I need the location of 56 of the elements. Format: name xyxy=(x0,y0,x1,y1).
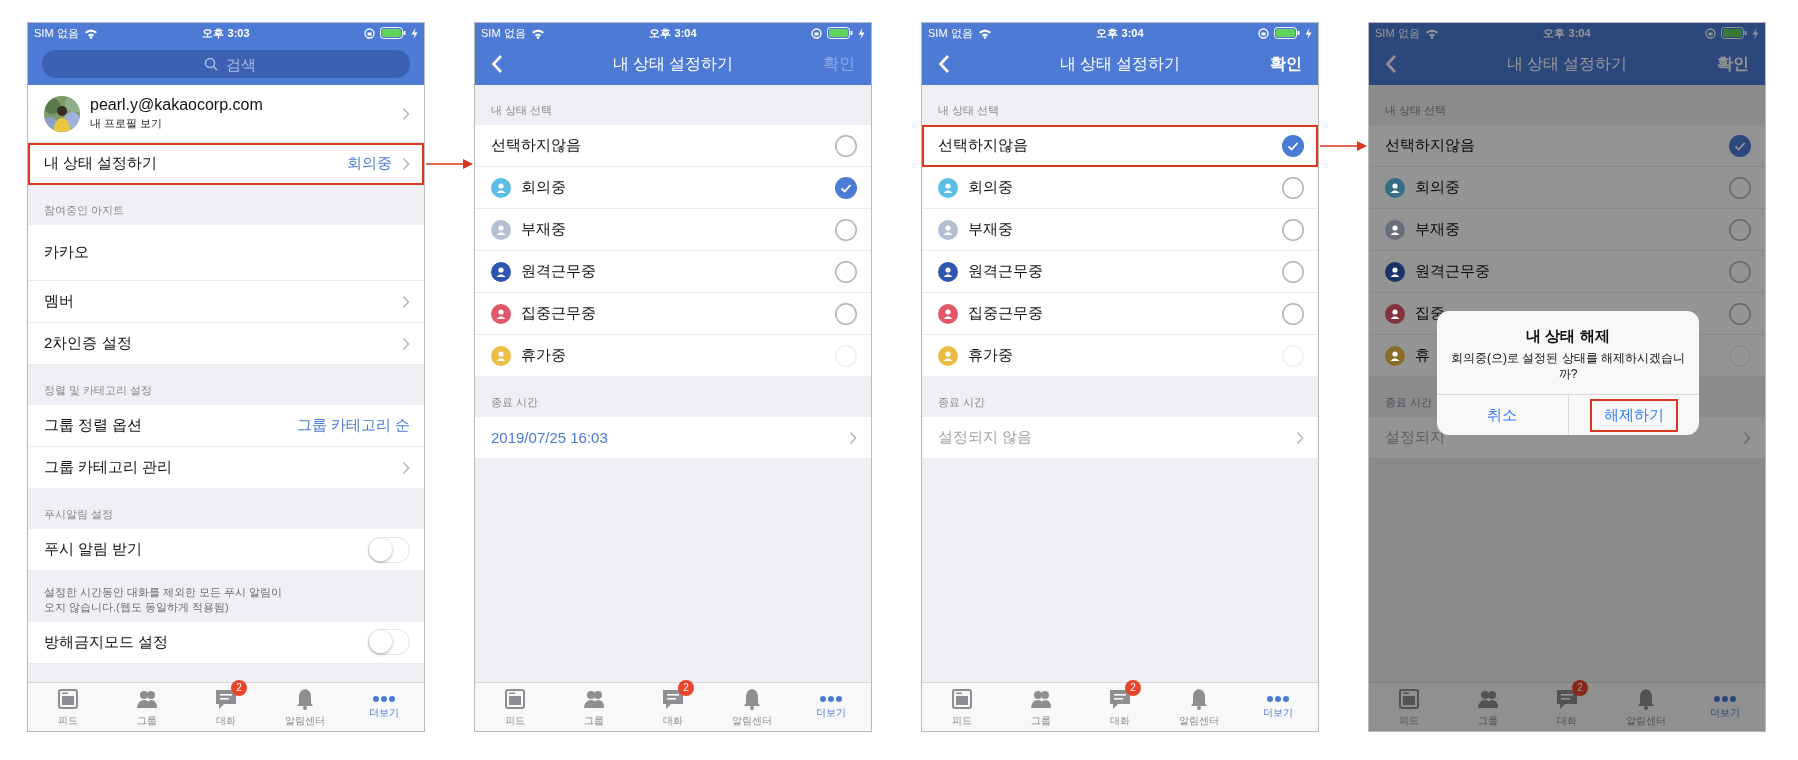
option-label: 휴가중 xyxy=(968,346,1013,365)
clock-time: 오후 3:04 xyxy=(649,25,697,41)
row-label: 내 상태 설정하기 xyxy=(44,154,158,173)
option-label: 원격근무중 xyxy=(968,262,1043,281)
dialog-message: 회의중(으)로 설정된 상태를 해제하시겠습니까? xyxy=(1451,350,1685,383)
screen-title: 내 상태 설정하기 xyxy=(1059,53,1181,74)
section-header: 푸시알림 설정 xyxy=(44,507,114,522)
time-value: 2019/07/25 16:03 xyxy=(491,429,608,446)
section-header: 내 상태 선택 xyxy=(491,103,553,118)
option-label: 선택하지않음 xyxy=(491,136,581,155)
profile-email: pearl.y@kakaocorp.com xyxy=(90,96,263,114)
option-label: 집중근무중 xyxy=(968,304,1043,323)
option-label: 회의중 xyxy=(968,178,1013,197)
row-label: 그룹 정렬 옵션 xyxy=(44,416,143,435)
option-label: 선택하지않음 xyxy=(1385,136,1475,155)
option-label: 부재중 xyxy=(521,220,566,239)
option-label: 부재중 xyxy=(968,220,1013,239)
count-badge: 2 xyxy=(231,679,247,696)
option-label: 집중근무중 xyxy=(521,304,596,323)
section-header: 정렬 및 카테고리 설정 xyxy=(44,383,153,398)
row-value: 그룹 카테고리 순 xyxy=(296,416,410,435)
option-label: 회의중 xyxy=(1415,178,1460,197)
row-value: 회의중 xyxy=(347,154,392,173)
option-label: 원격근무중 xyxy=(1415,262,1490,281)
row-label: 2차인증 설정 xyxy=(44,334,132,353)
carrier-label: SIM 없음 xyxy=(928,25,973,41)
row-label: 멤버 xyxy=(44,292,74,311)
option-label: 회의중 xyxy=(521,178,566,197)
option-label: 원격근무중 xyxy=(521,262,596,281)
option-label: 부재중 xyxy=(1415,220,1460,239)
count-badge: 2 xyxy=(1572,679,1588,696)
row-label: 그룹 카테고리 관리 xyxy=(44,458,173,477)
clock-time: 오후 3:04 xyxy=(1096,25,1144,41)
option-label: 휴 xyxy=(1415,346,1430,365)
carrier-label: SIM 없음 xyxy=(481,25,526,41)
time-placeholder: 설정되지 않음 xyxy=(938,428,1033,447)
option-label: 선택하지않음 xyxy=(938,136,1028,155)
row-label: 푸시 알림 받기 xyxy=(44,540,143,559)
carrier-label: SIM 없음 xyxy=(34,25,79,41)
section-header: 참여중인 아지트 xyxy=(44,203,125,218)
carrier-label: SIM 없음 xyxy=(1375,25,1420,41)
row-label: 방해금지모드 설정 xyxy=(44,632,169,652)
clock-time: 오후 3:04 xyxy=(1543,25,1591,41)
clock-time: 오후 3:03 xyxy=(202,25,250,41)
profile-link: 내 프로필 보기 xyxy=(90,116,164,131)
section-header: 종료 시간 xyxy=(491,395,539,410)
section-header: 종료 시간 xyxy=(1385,395,1433,410)
screen-title: 내 상태 설정하기 xyxy=(612,53,734,74)
section-header: 내 상태 선택 xyxy=(938,103,1000,118)
option-label: 휴가중 xyxy=(521,346,566,365)
row-label: 카카오 xyxy=(44,243,89,262)
count-badge: 2 xyxy=(678,679,694,696)
section-header: 종료 시간 xyxy=(938,395,986,410)
screen-title: 내 상태 설정하기 xyxy=(1506,53,1628,74)
count-badge: 2 xyxy=(1125,679,1141,696)
note-text: 설정한 시간동안 대화를 제외한 모든 푸시 알림이 오지 않습니다.(웹도 동일하게 적용됨) xyxy=(43,585,284,616)
